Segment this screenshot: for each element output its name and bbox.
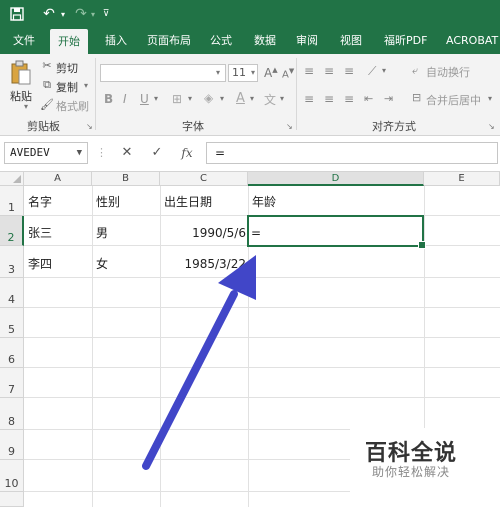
watermark: 百科全说 助你轻松解决 [350,428,500,507]
watermark-subtitle: 助你轻松解决 [372,465,451,479]
